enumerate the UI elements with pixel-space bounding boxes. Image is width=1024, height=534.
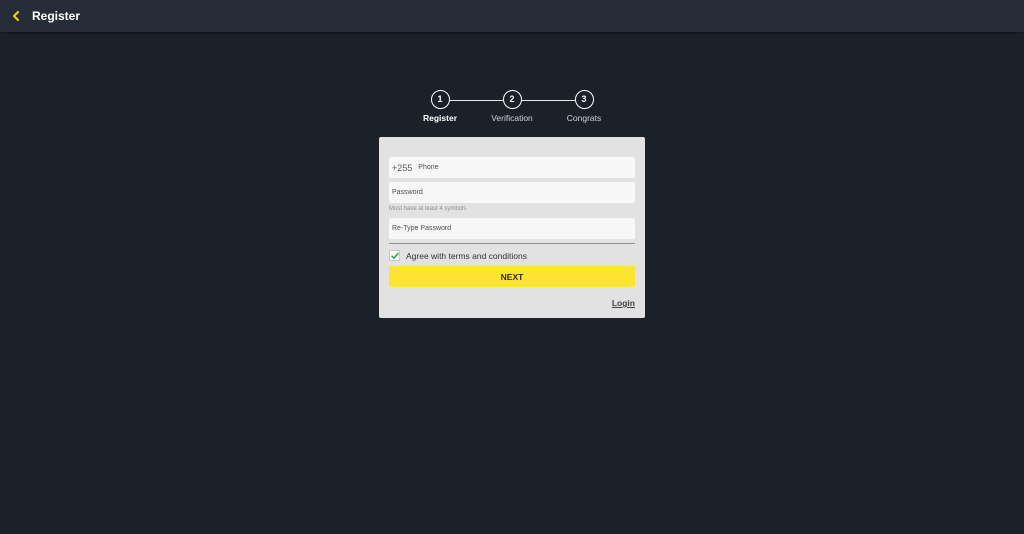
step-label: Verification xyxy=(491,113,533,123)
checkmark-icon xyxy=(390,252,399,259)
step-register: 1 Register xyxy=(400,90,480,123)
login-row: Login xyxy=(389,293,635,311)
divider xyxy=(389,243,635,244)
step-number: 3 xyxy=(574,90,594,109)
step-number: 2 xyxy=(502,90,522,109)
agree-row: Agree with terms and conditions xyxy=(389,250,635,261)
top-bar: Register xyxy=(0,0,1024,32)
step-verification: 2 Verification xyxy=(472,90,552,123)
country-code: +255 xyxy=(392,162,413,173)
registration-stepper: 1 Register 2 Verification 3 Congrats xyxy=(400,90,624,130)
phone-field[interactable]: +255 Phone xyxy=(389,157,635,178)
back-button[interactable] xyxy=(9,6,23,26)
retype-password-field[interactable]: Re-Type Password xyxy=(389,218,635,239)
step-number: 1 xyxy=(430,90,450,109)
step-label: Register xyxy=(422,113,457,123)
next-button[interactable]: NEXT xyxy=(389,266,635,287)
retype-password-input[interactable]: Re-Type Password xyxy=(392,225,451,232)
step-label: Congrats xyxy=(566,113,602,123)
agree-label[interactable]: Agree with terms and conditions xyxy=(406,251,527,261)
password-hint: Must have at least 4 symbols xyxy=(389,206,467,212)
password-field[interactable]: Password xyxy=(389,182,635,203)
register-card: +255 Phone Password Must have at least 4… xyxy=(379,137,645,318)
step-congrats: 3 Congrats xyxy=(544,90,624,123)
chevron-left-icon xyxy=(13,11,19,21)
phone-input[interactable]: Phone xyxy=(418,164,438,171)
login-link[interactable]: Login xyxy=(612,298,635,308)
password-input[interactable]: Password xyxy=(392,189,423,196)
page-title: Register xyxy=(32,9,81,23)
agree-checkbox[interactable] xyxy=(389,250,400,261)
